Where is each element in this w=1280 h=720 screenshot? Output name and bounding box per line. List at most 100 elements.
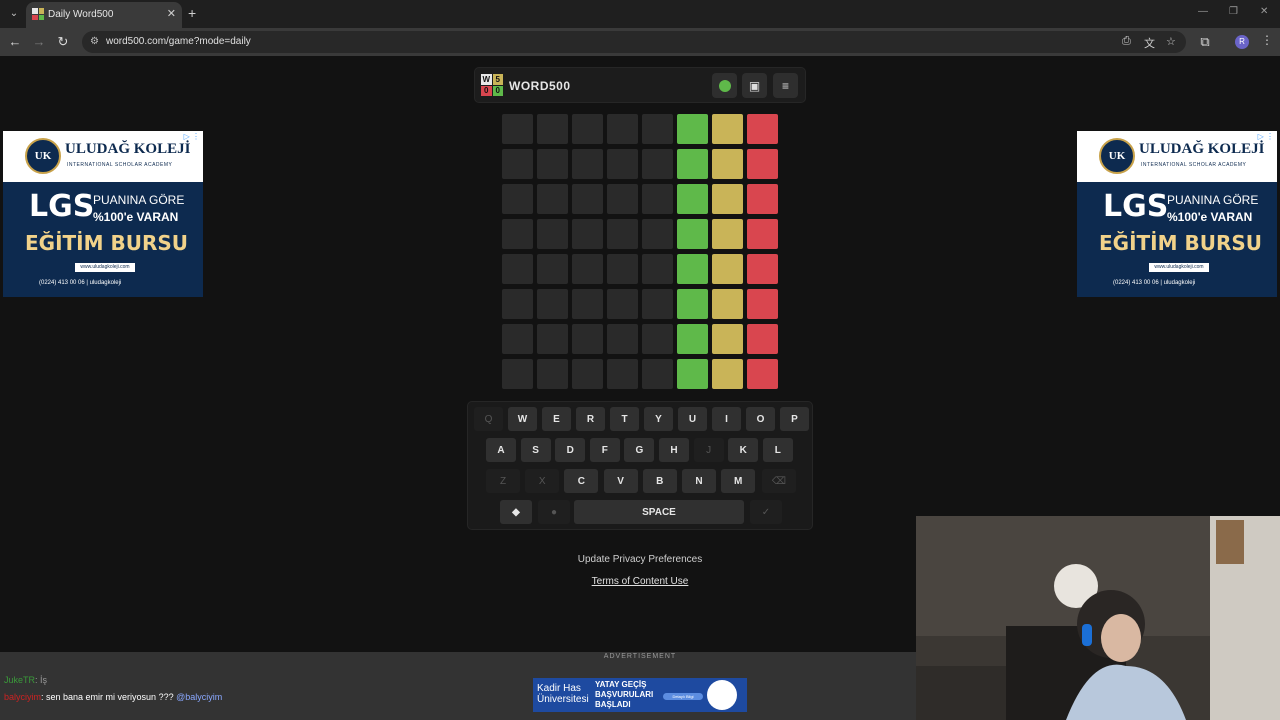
board-row xyxy=(502,184,778,214)
key-i[interactable]: I xyxy=(712,407,741,431)
restore-icon[interactable]: ❐ xyxy=(1229,6,1238,17)
extensions-icon[interactable]: ⧉ xyxy=(1197,34,1213,50)
key-k[interactable]: K xyxy=(728,438,759,462)
submit-button[interactable]: ✓ xyxy=(750,500,782,524)
key-t[interactable]: T xyxy=(610,407,639,431)
logo-letter: 5 xyxy=(492,74,503,85)
board-row xyxy=(502,114,778,144)
key-z[interactable]: Z xyxy=(486,469,520,493)
smiley-button[interactable] xyxy=(712,73,737,98)
right-side-ad[interactable]: UK ULUDAĞ KOLEJİ INTERNATIONAL SCHOLAR A… xyxy=(1077,131,1277,297)
reload-icon[interactable]: ↻ xyxy=(55,34,71,50)
ad-line1: PUANINA GÖRE xyxy=(1167,193,1259,207)
uk-crest-icon: UK xyxy=(25,138,61,174)
banner-university: Kadir Has Üniversitesi xyxy=(537,683,589,705)
board-tile xyxy=(677,219,708,249)
key-l[interactable]: L xyxy=(762,438,793,462)
key-u[interactable]: U xyxy=(678,407,707,431)
url-text[interactable]: word500.com/game?mode=daily xyxy=(106,36,251,47)
back-icon[interactable]: ← xyxy=(7,34,23,50)
ad-line2: %100'e VARAN xyxy=(93,210,179,224)
board-tile xyxy=(712,184,743,214)
new-tab-button[interactable]: + xyxy=(188,5,196,21)
key-b[interactable]: B xyxy=(642,469,677,493)
key-h[interactable]: H xyxy=(659,438,689,462)
tab-title: Daily Word500 xyxy=(48,9,114,20)
left-side-ad[interactable]: UK ULUDAĞ KOLEJİ INTERNATIONAL SCHOLAR A… xyxy=(3,131,203,297)
install-app-icon[interactable]: ⎙ xyxy=(1122,35,1131,48)
board-tile xyxy=(642,219,673,249)
key-d[interactable]: D xyxy=(555,438,586,462)
space-key[interactable]: SPACE xyxy=(574,500,744,524)
key-e[interactable]: E xyxy=(542,407,571,431)
bookmark-star-icon[interactable]: ☆ xyxy=(1166,35,1176,48)
site-info-icon[interactable]: ⚙ xyxy=(90,36,99,47)
tab-search-icon[interactable]: ⌄ xyxy=(6,6,22,22)
banner-button[interactable]: Detaylı Bilgi xyxy=(663,693,703,700)
key-m[interactable]: M xyxy=(721,469,756,493)
key-y[interactable]: Y xyxy=(644,407,673,431)
eraser-button[interactable]: ◆ xyxy=(500,500,532,524)
board-tile xyxy=(607,254,638,284)
backspace-icon[interactable]: ⌫ xyxy=(762,469,796,493)
profile-avatar[interactable]: R xyxy=(1235,35,1249,49)
chat-text: : İş xyxy=(35,675,48,685)
board-tile xyxy=(747,219,778,249)
key-p[interactable]: P xyxy=(780,407,809,431)
hint-button[interactable]: ● xyxy=(538,500,570,524)
board-tile xyxy=(607,359,638,389)
ad-choices-icon[interactable]: ▷ ⋮ xyxy=(184,132,200,141)
board-row xyxy=(502,359,778,389)
board-tile xyxy=(537,254,568,284)
key-n[interactable]: N xyxy=(682,469,716,493)
key-v[interactable]: V xyxy=(603,469,638,493)
board-tile xyxy=(537,184,568,214)
ad-phone: (0224) 413 00 06 | uludagkoleji xyxy=(1113,280,1196,286)
address-bar[interactable]: ⚙ word500.com/game?mode=daily ⎙ 文 ☆ xyxy=(82,31,1186,53)
bottom-banner-ad[interactable]: Kadir Has Üniversitesi YATAY GEÇİŞ BAŞVU… xyxy=(533,678,747,712)
board-tile xyxy=(712,289,743,319)
board-tile xyxy=(712,219,743,249)
key-o[interactable]: O xyxy=(746,407,775,431)
word500-logo[interactable]: W500 xyxy=(481,74,503,96)
game-header: W500 WORD500 ▣ ≡ xyxy=(474,67,806,103)
window-close-icon[interactable]: ✕ xyxy=(1260,6,1268,17)
board-tile xyxy=(747,114,778,144)
minimize-icon[interactable]: — xyxy=(1198,6,1208,17)
key-r[interactable]: R xyxy=(576,407,605,431)
ad-choices-icon[interactable]: ▷ ⋮ xyxy=(1258,132,1274,141)
board-tile xyxy=(502,254,533,284)
tab-close-icon[interactable]: ✕ xyxy=(167,7,176,20)
board-row xyxy=(502,254,778,284)
key-g[interactable]: G xyxy=(624,438,655,462)
stats-button[interactable]: ≡ xyxy=(773,73,798,98)
board-tile xyxy=(572,184,603,214)
forward-icon[interactable]: → xyxy=(31,34,47,50)
on-screen-keyboard: Q W E R T Y U I O P A S D F G H J K L Z X C V B N M ⌫ ◆ ● SPACE ✓ xyxy=(467,401,813,530)
board-tile xyxy=(572,289,603,319)
key-j[interactable]: J xyxy=(693,438,724,462)
ad-lgs: LGS xyxy=(29,189,95,224)
key-q[interactable]: Q xyxy=(474,407,503,431)
board-tile xyxy=(502,149,533,179)
board-tile xyxy=(572,114,603,144)
board-tile xyxy=(642,324,673,354)
board-tile xyxy=(502,219,533,249)
tab-daily-word500[interactable]: Daily Word500 ✕ xyxy=(26,2,182,28)
word500-favicon-icon xyxy=(32,8,44,20)
board-tile xyxy=(607,289,638,319)
browser-menu-icon[interactable]: ⋮ xyxy=(1261,33,1273,47)
board-tile xyxy=(677,289,708,319)
ad-website: www.uludagkoleji.com xyxy=(1149,263,1209,272)
ad-website: www.uludagkoleji.com xyxy=(75,263,135,272)
key-f[interactable]: F xyxy=(589,438,620,462)
key-c[interactable]: C xyxy=(564,469,599,493)
board-tile xyxy=(642,149,673,179)
key-a[interactable]: A xyxy=(486,438,516,462)
key-w[interactable]: W xyxy=(508,407,537,431)
calendar-button[interactable]: ▣ xyxy=(742,73,767,98)
key-x[interactable]: X xyxy=(525,469,560,493)
translate-icon[interactable]: 文 xyxy=(1144,35,1155,51)
key-s[interactable]: S xyxy=(520,438,551,462)
board-tile xyxy=(572,219,603,249)
